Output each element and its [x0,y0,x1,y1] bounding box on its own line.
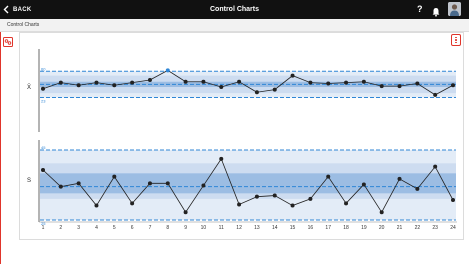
x-tick-label: 8 [166,225,169,231]
data-point-8 [165,181,170,186]
chart-settings-icon[interactable] [3,34,13,47]
breadcrumb-item[interactable]: Control Charts [7,19,39,31]
data-point-12 [237,79,242,84]
data-point-10 [201,79,206,84]
chart-panel-1: X̄ 60 23 [27,49,456,132]
x-axis: 1 2 3 4 5 6 7 8 9 10 11 12 13 14 15 16 17 18 19 20 21 22 23 24 [39,221,457,231]
y-axis-label: S [27,178,31,184]
data-point-12 [237,202,242,207]
x-tick-label: 6 [131,225,134,231]
data-point-20 [379,210,384,215]
data-point-24 [451,83,455,88]
data-point-2 [58,184,63,189]
data-point-22 [415,81,420,86]
data-point-17 [326,174,331,179]
top-bar: BACK Control Charts ? [0,0,469,19]
x-tick-label: 14 [272,225,278,231]
data-point-11 [219,156,224,161]
data-point-3 [76,83,81,88]
data-point-9 [183,210,188,215]
data-point-22 [415,186,420,191]
x-tick-label: 11 [219,225,224,231]
data-point-18 [344,80,349,85]
help-icon[interactable]: ? [417,3,423,15]
x-tick-label: 15 [290,225,296,231]
x-tick-label: 17 [325,225,331,231]
x-tick-label: 7 [149,225,152,231]
data-point-1 [41,168,45,172]
data-point-15 [290,73,295,78]
data-point-2 [58,80,63,85]
data-point-6 [130,80,135,85]
chevron-left-icon [3,5,9,14]
accent-divider [0,32,1,264]
x-tick-label: 3 [77,225,80,231]
lcl-label: 23 [41,99,46,104]
ucl-label: 60 [41,66,46,71]
data-point-5 [112,83,117,88]
back-button-label: BACK [13,6,32,13]
x-tick-label: 20 [379,225,385,231]
data-point-6 [130,201,135,206]
x-tick-label: 21 [397,225,403,231]
data-point-15 [290,203,295,208]
data-point-17 [326,81,331,86]
data-point-4 [94,80,99,85]
data-point-16 [308,80,313,85]
data-point-3 [76,181,81,186]
data-point-7 [147,78,152,82]
data-point-19 [361,79,366,84]
data-point-24 [451,198,455,202]
x-tick-label: 19 [361,225,367,231]
data-point-14 [272,87,277,92]
data-point-14 [272,193,277,198]
y-axis-label: X̄ [27,84,31,91]
x-tick-label: 22 [415,225,421,231]
data-point-19 [361,182,366,187]
x-tick-label: 2 [59,225,62,231]
data-point-9 [183,79,188,84]
data-point-18 [344,201,349,206]
x-tick-label: 23 [432,225,438,231]
x-tick-label: 24 [450,225,456,231]
data-point-5 [112,174,117,179]
data-point-4 [94,203,99,208]
x-tick-label: 10 [201,225,207,231]
x-tick-label: 1 [42,225,45,231]
data-point-20 [379,84,384,89]
data-point-13 [254,90,259,95]
data-point-10 [201,183,206,188]
more-vertical-icon [455,36,457,39]
data-point-21 [397,176,402,181]
x-tick-label: 12 [236,225,242,231]
control-chart: X̄6023S45251 2 3 4 5 6 7 8 9 10 11 12 13 14 15 16 17 18 19… [27,49,457,231]
back-button[interactable]: BACK [3,0,32,19]
data-point-8 [165,68,170,73]
more-options-button[interactable] [451,34,461,46]
data-point-23 [433,92,438,97]
data-point-11 [219,85,224,89]
x-tick-label: 9 [184,225,187,231]
data-point-1 [41,86,45,91]
data-point-21 [397,84,402,89]
page-title: Control Charts [210,6,259,13]
data-point-7 [147,181,152,186]
data-point-13 [254,194,259,199]
x-tick-label: 18 [343,225,349,231]
x-tick-label: 13 [254,225,260,231]
avatar[interactable] [448,2,461,16]
x-tick-label: 5 [113,225,116,231]
chart-panel-2: S4525 [27,140,456,226]
data-point-23 [433,164,438,169]
ucl-label: 45 [41,145,46,150]
x-tick-label: 4 [95,225,98,231]
data-point-16 [308,196,313,201]
x-tick-label: 16 [308,225,314,231]
breadcrumb: Control Charts [0,19,469,32]
